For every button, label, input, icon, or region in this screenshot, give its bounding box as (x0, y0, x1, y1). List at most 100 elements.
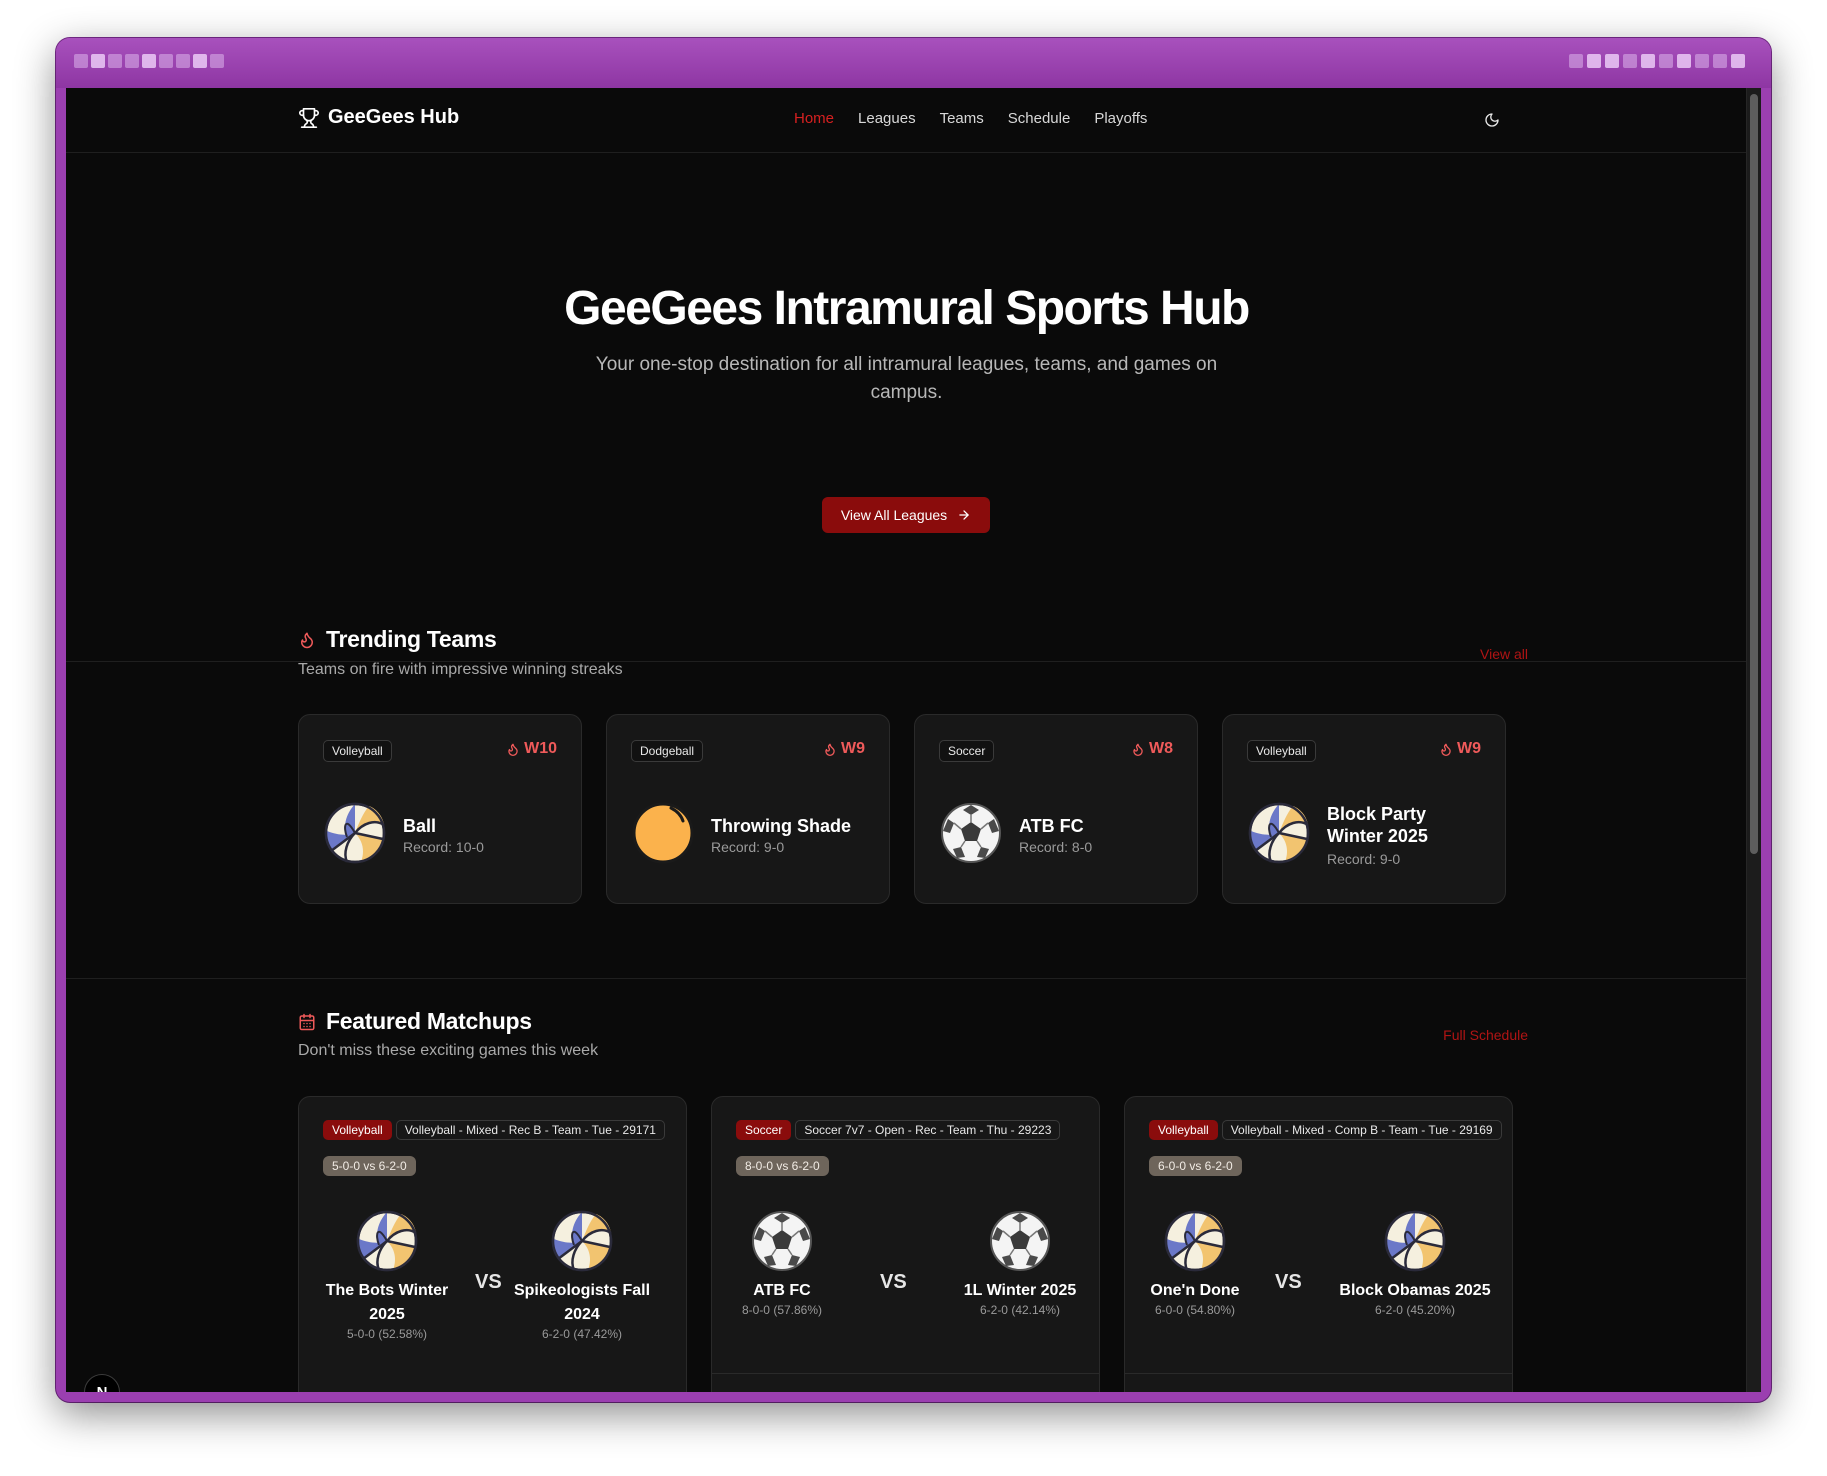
hero-section: GeeGees Intramural Sports Hub Your one-s… (66, 153, 1747, 662)
matchup-card[interactable]: Soccer Soccer 7v7 - Open - Rec - Team - … (711, 1096, 1100, 1392)
team-name: Block Obamas 2025 (1339, 1282, 1491, 1299)
team-record: 5-0-0 (52.58%) (346, 1327, 428, 1341)
flame-icon (1441, 743, 1451, 756)
featured-title: Featured Matchups (326, 1008, 532, 1034)
team-name: The Bots Winter 2025 (317, 1279, 457, 1327)
titlebar-decoration-right (1569, 54, 1745, 68)
volleyball-icon (323, 801, 387, 865)
team-name: Block Party Winter 2025 (1327, 803, 1428, 847)
nav-link-home[interactable]: Home (794, 110, 834, 127)
full-schedule-link[interactable]: Full Schedule (1443, 1027, 1528, 1043)
volleyball-icon (550, 1209, 614, 1273)
away-team[interactable]: Spikeologists Fall 2024 6-2-0 (47.42%) (499, 1209, 665, 1341)
flame-icon (825, 743, 835, 756)
theme-toggle-button[interactable] (1480, 108, 1504, 132)
team-record: 6-2-0 (42.14%) (979, 1303, 1061, 1317)
home-team[interactable]: ATB FC 8-0-0 (57.86%) (734, 1209, 830, 1317)
records-tag: 8-0-0 vs 6-2-0 (736, 1156, 829, 1176)
team-record: 6-2-0 (45.20%) (1374, 1303, 1456, 1317)
trending-team-card[interactable]: Dodgeball W9 Throwing Shade Record: 9-0 (606, 714, 890, 904)
trending-subtitle: Teams on fire with impressive winning st… (298, 661, 623, 678)
streak-badge: W10 (506, 740, 557, 758)
away-team[interactable]: Block Obamas 2025 6-2-0 (45.20%) (1331, 1209, 1499, 1317)
flame-icon (1133, 743, 1143, 756)
league-tag: Volleyball - Mixed - Rec B - Team - Tue … (395, 1120, 665, 1140)
league-tag: Volleyball - Mixed - Comp B - Team - Tue… (1221, 1120, 1502, 1140)
matchup-card[interactable]: Volleyball Volleyball - Mixed - Comp B -… (1124, 1096, 1513, 1392)
streak-badge: W8 (1131, 740, 1173, 758)
streak-value: W8 (1149, 740, 1173, 757)
team-name-line: 2024 (564, 1306, 600, 1323)
dev-tools-badge[interactable]: N (84, 1374, 120, 1392)
trending-team-card[interactable]: Soccer W8 ATB FC Record: 8-0 (914, 714, 1198, 904)
window-titlebar (56, 38, 1771, 88)
away-team[interactable]: 1L Winter 2025 6-2-0 (42.14%) (950, 1209, 1090, 1317)
team-record: Record: 8-0 (1019, 839, 1093, 855)
arrow-right-icon (959, 510, 969, 520)
trophy-icon (299, 107, 319, 128)
top-nav: GeeGees Hub Home Leagues Teams Schedule … (66, 88, 1747, 153)
trending-team-card[interactable]: Volleyball W9 Block Party Winter 2025 Re… (1222, 714, 1506, 904)
home-team[interactable]: One'n Done 6-0-0 (54.80%) (1147, 1209, 1243, 1317)
view-all-leagues-button[interactable]: View All Leagues (822, 497, 990, 533)
volleyball-icon (1383, 1209, 1447, 1273)
titlebar-decoration-left (74, 54, 224, 68)
sport-badge: Volleyball (1247, 740, 1316, 762)
team-name: Spikeologists Fall 2024 (499, 1279, 665, 1327)
sport-tag: Volleyball (1149, 1120, 1218, 1140)
nav-links: Home Leagues Teams Schedule Playoffs (794, 110, 1147, 127)
nav-link-leagues[interactable]: Leagues (858, 110, 916, 127)
nav-link-schedule[interactable]: Schedule (1008, 110, 1071, 127)
records-tag: 5-0-0 vs 6-2-0 (323, 1156, 416, 1176)
volleyball-icon (1163, 1209, 1227, 1273)
trending-header: Trending Teams (298, 626, 497, 653)
hero-subtitle: Your one-stop destination for all intram… (595, 354, 1218, 403)
team-record: Record: 9-0 (1327, 851, 1401, 867)
league-tag: Soccer 7v7 - Open - Rec - Team - Thu - 2… (795, 1120, 1061, 1140)
sport-tag: Soccer (736, 1120, 792, 1140)
calendar-icon (299, 1013, 315, 1030)
sport-badge: Volleyball (323, 740, 392, 762)
soccer-ball-icon (939, 801, 1003, 865)
section-divider (66, 978, 1747, 979)
view-all-link[interactable]: View all (1480, 646, 1528, 662)
streak-value: W10 (524, 740, 557, 757)
moon-icon (1485, 113, 1499, 127)
home-team[interactable]: The Bots Winter 2025 5-0-0 (52.58%) (317, 1209, 457, 1341)
card-divider (712, 1373, 1099, 1374)
hero-title: GeeGees Intramural Sports Hub (564, 282, 1250, 335)
trending-team-card[interactable]: Volleyball W10 Ball Record: 10-0 (298, 714, 582, 904)
streak-value: W9 (841, 740, 865, 757)
team-name: 1L Winter 2025 (963, 1282, 1077, 1299)
team-record: 8-0-0 (57.86%) (741, 1303, 823, 1317)
records-tag: 6-0-0 vs 6-2-0 (1149, 1156, 1242, 1176)
browser-window: GeeGees Hub Home Leagues Teams Schedule … (56, 38, 1771, 1402)
volleyball-icon (355, 1209, 419, 1273)
scrollbar-thumb[interactable] (1750, 94, 1758, 854)
team-name: One'n Done (1150, 1282, 1240, 1299)
team-record: Record: 10-0 (403, 839, 484, 855)
team-record: 6-0-0 (54.80%) (1154, 1303, 1236, 1317)
scrollbar[interactable] (1746, 88, 1761, 1392)
featured-subtitle: Don't miss these exciting games this wee… (298, 1042, 599, 1059)
team-name-line: The Bots Winter (325, 1282, 449, 1299)
nav-link-playoffs[interactable]: Playoffs (1094, 110, 1147, 127)
streak-badge: W9 (823, 740, 865, 758)
sport-tag: Volleyball (323, 1120, 392, 1140)
brand[interactable]: GeeGees Hub (298, 106, 459, 129)
featured-header: Featured Matchups (298, 1008, 532, 1035)
soccer-ball-icon (750, 1209, 814, 1273)
app-viewport: GeeGees Hub Home Leagues Teams Schedule … (66, 88, 1761, 1392)
trending-title: Trending Teams (326, 626, 497, 652)
team-record: Record: 9-0 (711, 839, 785, 855)
team-name-line: Winter 2025 (1327, 826, 1428, 846)
streak-value: W9 (1457, 740, 1481, 757)
matchup-card[interactable]: Volleyball Volleyball - Mixed - Rec B - … (298, 1096, 687, 1392)
nav-link-teams[interactable]: Teams (940, 110, 984, 127)
team-name-line: 2025 (369, 1306, 405, 1323)
team-name: ATB FC (753, 1282, 811, 1299)
team-name: Ball (403, 816, 437, 836)
dodgeball-icon (631, 801, 695, 865)
flame-icon (508, 743, 518, 756)
team-record: 6-2-0 (47.42%) (541, 1327, 623, 1341)
